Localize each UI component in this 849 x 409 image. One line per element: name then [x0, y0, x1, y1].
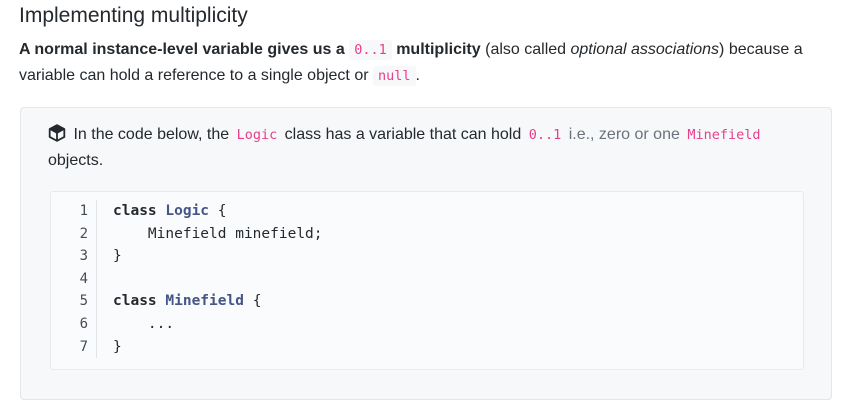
code-source: class Logic {: [97, 200, 227, 223]
info-box: In the code below, the Logic class has a…: [20, 107, 832, 400]
code-block: 1 class Logic { 2 Minefield minefield; 3…: [50, 191, 804, 370]
line-number: 3: [51, 245, 97, 268]
intro-paragraph: A normal instance-level variable gives u…: [19, 37, 839, 89]
intro-text-close: ): [719, 41, 725, 58]
line-number: 2: [51, 222, 97, 246]
code-source: }: [113, 338, 122, 355]
code-keyword: class: [113, 203, 157, 219]
inline-code-multiplicity-box: 0..1: [528, 127, 562, 143]
code-class-name: Logic: [165, 203, 210, 219]
code-line: 6 ...: [51, 312, 803, 336]
code-rest: {: [243, 293, 262, 310]
code-class-name: Minefield: [165, 293, 244, 310]
code-source: class Minefield {: [97, 290, 261, 313]
info-text-before: In the code below, the: [73, 126, 230, 143]
code-line: 5 class Minefield {: [51, 290, 803, 313]
code-source: [97, 268, 113, 291]
intro-text-also: (also called: [485, 41, 567, 58]
inline-code-minefield: Minefield: [687, 127, 761, 143]
line-number: 5: [51, 290, 97, 313]
intro-bold-start: A normal instance-level variable gives u…: [19, 41, 345, 58]
inline-code-logic: Logic: [236, 127, 278, 143]
code-line: 7 }: [51, 335, 803, 359]
code-source: Minefield minefield;: [113, 225, 323, 242]
code-rest: {: [209, 203, 227, 219]
cube-icon: [48, 124, 66, 142]
info-box-text: In the code below, the Logic class has a…: [48, 122, 808, 174]
inline-code-null: null: [373, 66, 416, 86]
line-number: 1: [51, 200, 97, 223]
line-number: 4: [51, 267, 97, 291]
intro-text-period: .: [415, 67, 420, 84]
line-number: 6: [51, 312, 97, 336]
info-text-middle: class has a variable that can hold: [284, 126, 522, 143]
code-source: }: [113, 248, 122, 265]
code-line: 4: [51, 267, 803, 291]
inline-code-multiplicity: 0..1: [349, 40, 392, 60]
code-line: 1 class Logic {: [51, 200, 803, 223]
line-number: 7: [51, 335, 97, 359]
code-line: 2 Minefield minefield;: [51, 222, 803, 246]
intro-bold-multiplicity: multiplicity: [396, 41, 481, 58]
intro-italic-term: optional associations: [570, 41, 720, 58]
code-keyword: class: [113, 293, 157, 310]
info-text-ie: i.e., zero or one: [568, 126, 680, 143]
code-line: 3 }: [51, 245, 803, 268]
page-heading: Implementing multiplicity: [19, 4, 248, 27]
info-text-end: objects.: [48, 152, 104, 169]
code-source: ...: [113, 315, 175, 332]
